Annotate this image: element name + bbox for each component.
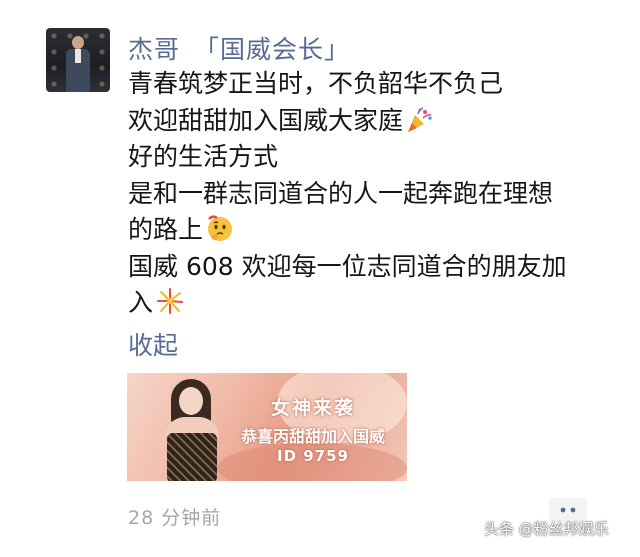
author-header: 杰哥 「国威会长」 [128, 30, 350, 66]
author-title: 「国威会长」 [194, 35, 351, 64]
post-text: 青春筑梦正当时，不负韶华不负己 欢迎甜甜加入国威大家庭 好的生活方式 是和一群志… [128, 66, 608, 322]
post-line: 入 [128, 285, 608, 322]
post-line: 青春筑梦正当时，不负韶华不负己 [128, 69, 504, 98]
avatar[interactable] [46, 28, 110, 92]
card-subtitle: 恭喜丙甜甜加入国威 [240, 427, 385, 446]
fireworks-icon [155, 286, 185, 327]
party-popper-icon [405, 106, 433, 145]
author-name[interactable]: 杰哥 [128, 35, 180, 64]
watermark: 头条 @粉丝邦娱乐 [484, 520, 609, 538]
post-line: 国威 608 欢迎每一位志同道合的朋友加 [128, 251, 567, 281]
post-line: 好的生活方式 [128, 142, 279, 171]
thinking-face-icon [205, 213, 235, 254]
collapse-link[interactable]: 收起 [128, 326, 178, 362]
card-photo-figure [157, 377, 227, 481]
card-headline: 女神来袭 [270, 397, 355, 419]
shared-link-card[interactable]: 女神来袭 恭喜丙甜甜加入国威 ID 9759 [127, 373, 407, 481]
avatar-person [66, 36, 90, 92]
card-id: ID 9759 [276, 447, 349, 465]
post-timestamp: 28 分钟前 [128, 507, 222, 529]
post-line: 是和一群志同道合的人一起奔跑在理想 [128, 178, 554, 208]
post-line: 欢迎甜甜加入国威大家庭 [128, 103, 608, 140]
post-line: 的路上 [128, 212, 608, 249]
